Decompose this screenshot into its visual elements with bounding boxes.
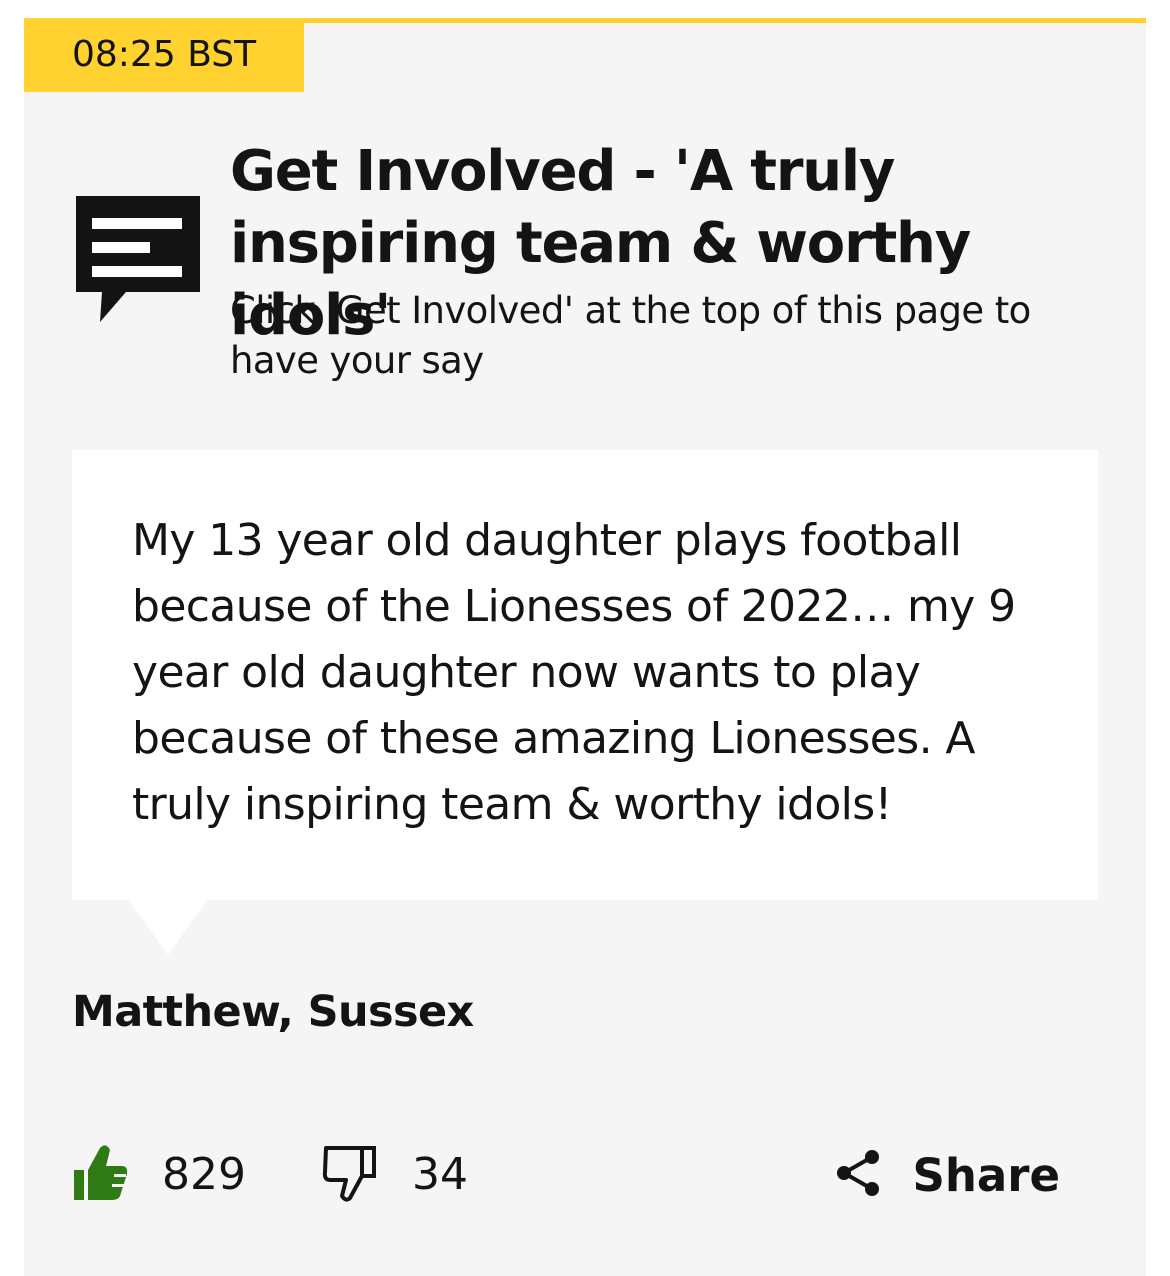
reaction-bar: 829 34 Share [72,1140,1072,1210]
like-count: 829 [162,1149,246,1200]
dislike-button[interactable]: 34 [322,1140,468,1210]
thumbs-up-icon [72,1144,128,1206]
comment-speech-bubble-icon [76,196,200,322]
quote-text: My 13 year old daughter plays football b… [132,515,1016,830]
post-timestamp: 08:25 BST [24,18,304,92]
share-icon [836,1149,882,1201]
like-button[interactable]: 829 [72,1140,246,1210]
share-button[interactable]: Share [836,1140,1060,1210]
quote-box: My 13 year old daughter plays football b… [72,450,1098,900]
quote-tail [128,899,208,955]
dislike-count: 34 [412,1149,468,1200]
share-label: Share [912,1148,1060,1202]
thumbs-down-icon [322,1144,378,1206]
quote-author: Matthew, Sussex [72,987,474,1037]
post-subtitle: Click 'Get Involved' at the top of this … [230,289,1031,382]
